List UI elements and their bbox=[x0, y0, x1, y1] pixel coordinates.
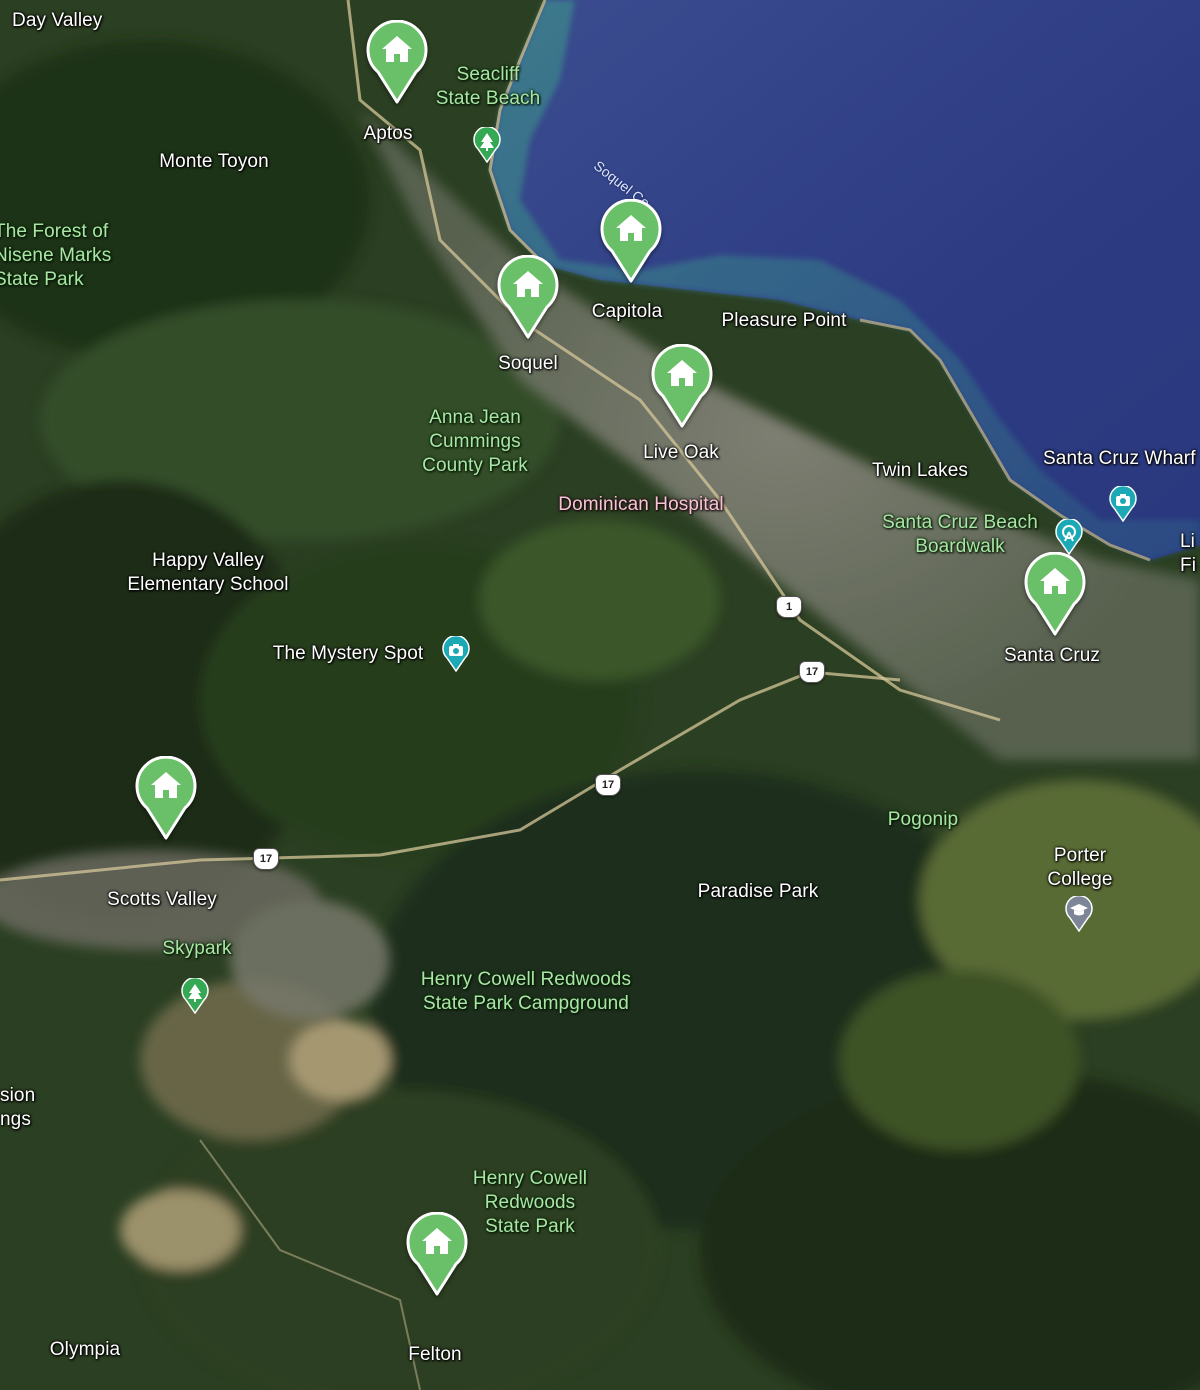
highway-shield-hwy-17-c: 17 bbox=[253, 848, 279, 870]
highway-shield-hwy-17-b: 17 bbox=[595, 774, 621, 796]
label-santa-cruz[interactable]: Santa Cruz bbox=[1004, 644, 1100, 668]
label-dominican-hospital[interactable]: Dominican Hospital bbox=[558, 493, 723, 517]
label-henry-cowell-campground[interactable]: Henry Cowell Redwoods State Park Campgro… bbox=[421, 968, 631, 1016]
home-pin-capitola[interactable] bbox=[600, 199, 662, 283]
label-anna-jean[interactable]: Anna Jean Cummings County Park bbox=[422, 406, 528, 478]
home-pin-scotts-valley[interactable] bbox=[135, 756, 197, 840]
label-felton[interactable]: Felton bbox=[408, 1343, 461, 1367]
home-icon bbox=[600, 199, 662, 283]
label-santa-cruz-wharf[interactable]: Santa Cruz Wharf bbox=[1043, 447, 1196, 471]
home-pin-live-oak[interactable] bbox=[651, 344, 713, 428]
camera-icon bbox=[1109, 486, 1137, 522]
tree-icon bbox=[473, 127, 501, 163]
mystery-spot-poi-marker[interactable] bbox=[442, 636, 470, 672]
home-icon bbox=[651, 344, 713, 428]
home-icon bbox=[497, 255, 559, 339]
skypark-park-marker[interactable] bbox=[181, 978, 209, 1014]
label-day-valley[interactable]: Day Valley bbox=[12, 9, 102, 33]
highway-shield-hwy-17-a: 17 bbox=[799, 661, 825, 683]
home-pin-aptos[interactable] bbox=[366, 20, 428, 104]
label-porter-college[interactable]: Porter College bbox=[1020, 844, 1140, 892]
label-happy-valley-school[interactable]: Happy Valley Elementary School bbox=[127, 549, 288, 597]
label-skypark[interactable]: Skypark bbox=[162, 937, 231, 961]
label-soquel[interactable]: Soquel bbox=[498, 352, 558, 376]
label-henry-cowell-sp[interactable]: Henry Cowell Redwoods State Park bbox=[473, 1167, 587, 1239]
highway-shield-hwy-1-a: 1 bbox=[776, 596, 802, 618]
home-pin-soquel[interactable] bbox=[497, 255, 559, 339]
camera-icon bbox=[442, 636, 470, 672]
label-twin-lakes[interactable]: Twin Lakes bbox=[872, 459, 968, 483]
label-monte-toyon[interactable]: Monte Toyon bbox=[159, 150, 269, 174]
home-icon bbox=[1024, 552, 1086, 636]
label-capitola[interactable]: Capitola bbox=[592, 300, 663, 324]
satellite-map[interactable]: Day Valley Aptos Monte Toyon Soquel Capitola… bbox=[0, 0, 1200, 1390]
label-edge-li[interactable]: Li Fi bbox=[1180, 530, 1196, 578]
label-aptos[interactable]: Aptos bbox=[363, 122, 412, 146]
label-seacliff[interactable]: Seacliff State Beach bbox=[436, 63, 541, 111]
boardwalk-poi-marker[interactable] bbox=[1055, 519, 1083, 555]
wharf-poi-marker[interactable] bbox=[1109, 486, 1137, 522]
home-icon bbox=[135, 756, 197, 840]
home-icon bbox=[406, 1212, 468, 1296]
graduation-cap-icon bbox=[1065, 896, 1093, 932]
home-pin-santa-cruz[interactable] bbox=[1024, 552, 1086, 636]
label-sc-beach-boardwalk[interactable]: Santa Cruz Beach Boardwalk bbox=[882, 511, 1038, 559]
label-live-oak[interactable]: Live Oak bbox=[643, 441, 719, 465]
seacliff-park-marker[interactable] bbox=[473, 127, 501, 163]
label-pogonip[interactable]: Pogonip bbox=[888, 808, 958, 832]
ferris-wheel-icon bbox=[1055, 519, 1083, 555]
label-olympia[interactable]: Olympia bbox=[50, 1338, 120, 1362]
label-scotts-valley[interactable]: Scotts Valley bbox=[107, 888, 217, 912]
home-icon bbox=[366, 20, 428, 104]
home-pin-felton[interactable] bbox=[406, 1212, 468, 1296]
label-pleasure-point[interactable]: Pleasure Point bbox=[722, 309, 847, 333]
label-mystery-spot[interactable]: The Mystery Spot bbox=[273, 642, 423, 666]
label-edge-sion[interactable]: sion ngs bbox=[0, 1084, 35, 1132]
label-paradise-park[interactable]: Paradise Park bbox=[698, 880, 819, 904]
label-nisene-marks[interactable]: The Forest of Nisene Marks State Park bbox=[0, 220, 111, 292]
tree-icon bbox=[181, 978, 209, 1014]
porter-poi-marker[interactable] bbox=[1065, 896, 1093, 932]
